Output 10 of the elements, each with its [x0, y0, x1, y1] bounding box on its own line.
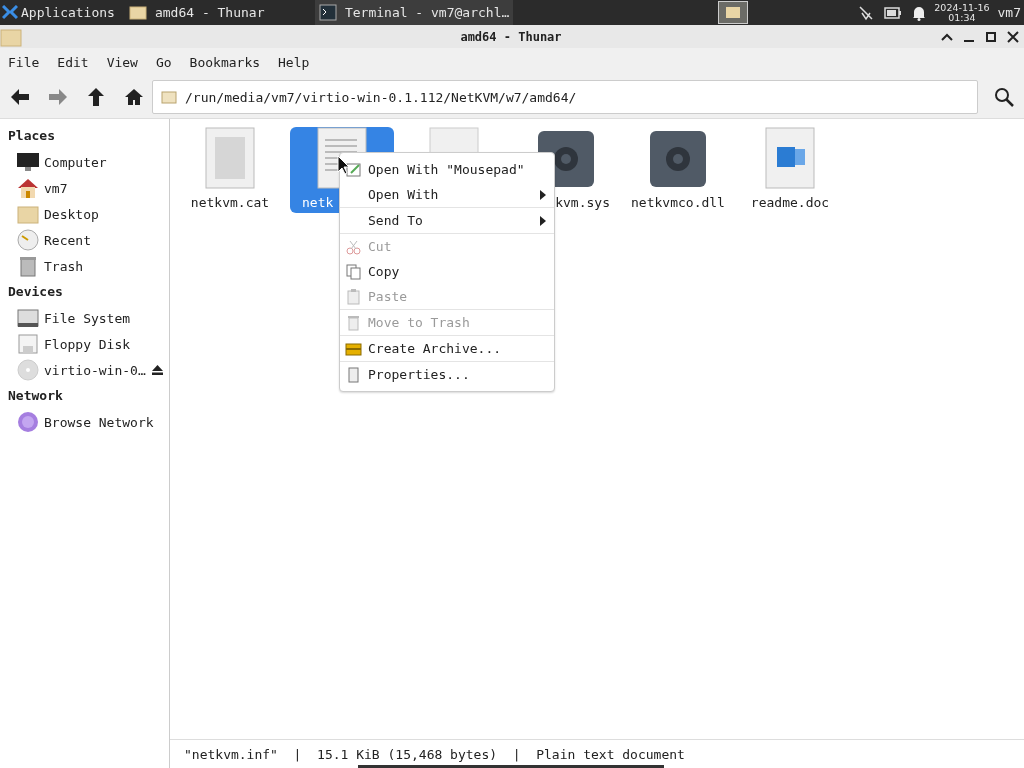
file-name: netkvm.cat	[190, 195, 270, 210]
sidebar-heading: Devices	[7, 283, 64, 301]
file-name: kvm.sys	[555, 195, 610, 210]
file-name: netkvmco.dll	[631, 195, 725, 210]
file-name: netk	[302, 195, 334, 210]
status-text: "netkvm.inf" | 15.1 KiB (15,468 bytes) | Plain text document	[184, 746, 685, 762]
window-title: amd64 - Thunar	[459, 29, 563, 44]
file-name: readme.doc	[750, 195, 830, 210]
sidebar-heading: Network	[7, 387, 64, 405]
sidebar-heading: Places	[7, 127, 56, 145]
